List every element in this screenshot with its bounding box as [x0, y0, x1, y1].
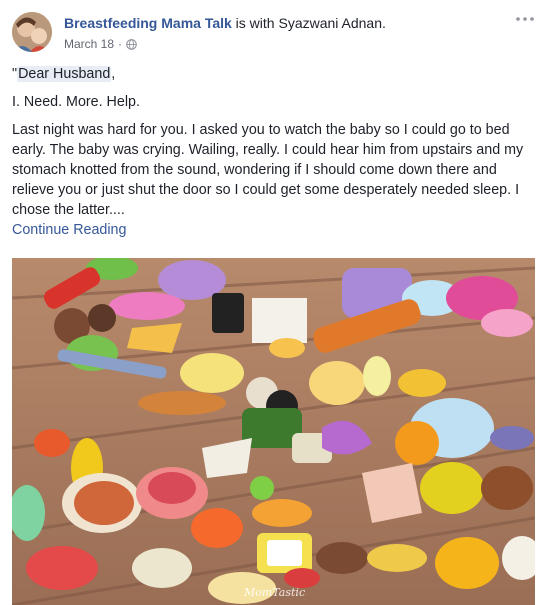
post-meta: March 18 ·	[64, 37, 137, 51]
post-photo[interactable]: MomTastic	[12, 258, 535, 605]
toy-food-image	[12, 258, 535, 605]
meta-separator: ·	[118, 37, 123, 51]
continue-reading-link[interactable]: Continue Reading	[12, 220, 535, 240]
greeting-highlight: Dear Husband	[17, 66, 112, 82]
help-line: I. Need. More. Help.	[12, 94, 140, 110]
facebook-post: Breastfeeding Mama Talk is with Syazwani…	[0, 0, 547, 605]
photo-watermark: MomTastic	[244, 586, 306, 599]
page-avatar[interactable]	[12, 12, 52, 52]
globe-icon[interactable]	[126, 38, 137, 50]
post-date[interactable]: March 18	[64, 37, 114, 51]
more-options-icon[interactable]	[515, 12, 535, 26]
with-text: is with	[231, 15, 279, 31]
greeting-suffix: ,	[111, 66, 116, 82]
post-body: Last night was hard for you. I asked you…	[12, 122, 524, 218]
tagged-person[interactable]: Syazwani Adnan.	[278, 15, 385, 31]
post-text: "Dear Husband, I. Need. More. Help. Last…	[12, 64, 535, 240]
post-header: Breastfeeding Mama Talk is with Syazwani…	[12, 10, 535, 58]
author-line: Breastfeeding Mama Talk is with Syazwani…	[64, 15, 386, 31]
author-name[interactable]: Breastfeeding Mama Talk	[64, 15, 232, 31]
greeting-line: "Dear Husband,	[12, 64, 535, 84]
